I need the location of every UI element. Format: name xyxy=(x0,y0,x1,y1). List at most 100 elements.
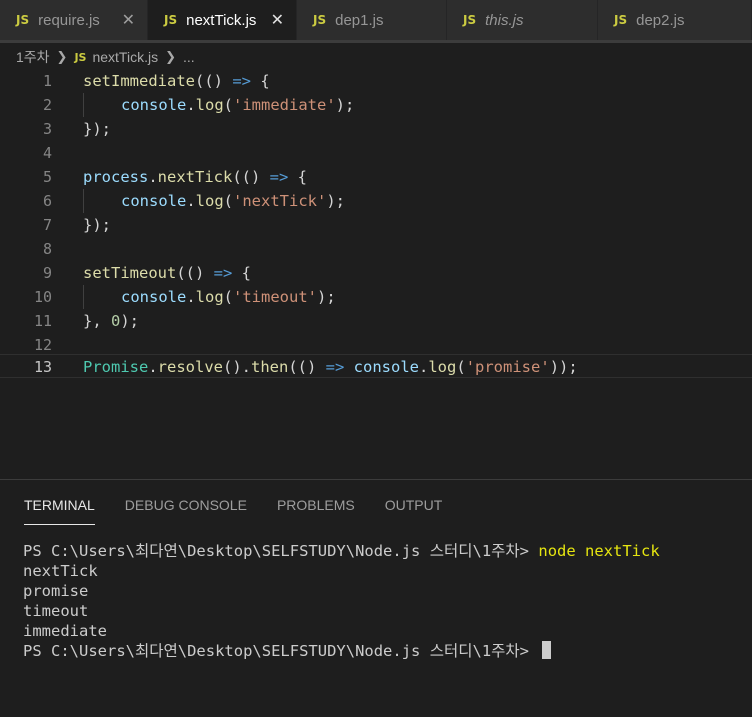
code-token: . xyxy=(186,192,196,210)
tab-label: dep1.js xyxy=(335,11,384,29)
code-token: { xyxy=(250,72,270,90)
code-token: (). xyxy=(223,358,251,376)
tab-label: this.js xyxy=(485,11,524,29)
close-icon[interactable]: ✕ xyxy=(122,10,135,30)
indent-guide xyxy=(83,93,84,117)
tab-require-js[interactable]: JS require.js ✕ xyxy=(0,0,148,40)
code-token: setImmediate xyxy=(83,72,195,90)
line-number: 13 xyxy=(33,358,52,376)
tab-output[interactable]: OUTPUT xyxy=(385,497,443,525)
line-number: 11 xyxy=(33,312,52,330)
js-file-icon: JS xyxy=(463,13,477,27)
tab-bar-divider xyxy=(0,40,752,43)
editor-tab-bar: JS require.js ✕ JS nextTick.js ✕ JS dep1… xyxy=(0,0,752,40)
code-line[interactable]: 1 setImmediate(() => { xyxy=(0,69,752,93)
code-line[interactable]: 8 xyxy=(0,237,752,261)
code-token: (() xyxy=(194,72,233,90)
code-token: console xyxy=(121,96,187,114)
panel-tabs: TERMINAL DEBUG CONSOLE PROBLEMS OUTPUT xyxy=(24,497,472,525)
tab-dep1-js[interactable]: JS dep1.js xyxy=(297,0,447,40)
code-line-active[interactable]: 13 Promise.resolve().then(() => console.… xyxy=(0,354,752,378)
code-token: => xyxy=(325,358,345,376)
code-token: log xyxy=(195,96,224,114)
breadcrumb-folder[interactable]: 1주차 xyxy=(16,47,50,67)
code-line[interactable]: 2 console.log('immediate'); xyxy=(0,93,752,117)
code-token: 'immediate' xyxy=(233,96,336,114)
line-number: 2 xyxy=(42,96,52,114)
terminal-command: node nextTick xyxy=(538,542,660,560)
code-token: ( xyxy=(456,358,466,376)
code-token: (() xyxy=(288,358,326,376)
tab-label: require.js xyxy=(38,11,100,29)
terminal-cursor[interactable] xyxy=(542,641,552,659)
code-token: . xyxy=(419,358,429,376)
code-line[interactable]: 11 }, 0); xyxy=(0,309,752,333)
code-line[interactable]: 4 xyxy=(0,141,752,165)
code-token: (() xyxy=(176,264,214,282)
terminal-prompt: PS C:\Users\최다연\Desktop\SELFSTUDY\Node.j… xyxy=(23,542,539,560)
code-token: setTimeout xyxy=(83,264,177,282)
code-token: console xyxy=(121,192,187,210)
code-token: { xyxy=(288,168,307,186)
code-token: => xyxy=(213,264,233,282)
code-line[interactable]: 6 console.log('nextTick'); xyxy=(0,189,752,213)
code-token: ( xyxy=(223,288,234,306)
code-token: log xyxy=(195,192,224,210)
code-token: log xyxy=(195,288,224,306)
code-token: 'promise' xyxy=(465,358,550,376)
code-token: }); xyxy=(83,216,111,234)
tab-dep2-js[interactable]: JS dep2.js xyxy=(598,0,752,40)
tab-nexttick-js[interactable]: JS nextTick.js ✕ xyxy=(148,0,297,40)
terminal-prompt: PS C:\Users\최다연\Desktop\SELFSTUDY\Node.j… xyxy=(23,642,539,660)
close-icon[interactable]: ✕ xyxy=(271,10,284,30)
code-token: )); xyxy=(549,358,578,376)
tab-debug-console[interactable]: DEBUG CONSOLE xyxy=(125,497,247,525)
line-number: 9 xyxy=(42,264,52,282)
tab-problems[interactable]: PROBLEMS xyxy=(277,497,355,525)
code-editor[interactable]: 1 setImmediate(() => { 2 console.log('im… xyxy=(0,69,752,479)
code-token: then xyxy=(251,358,289,376)
code-line[interactable]: 3 }); xyxy=(0,117,752,141)
js-file-icon: JS xyxy=(74,50,87,64)
code-token: ( xyxy=(223,192,234,210)
js-file-icon: JS xyxy=(313,13,327,27)
code-token: ); xyxy=(326,192,346,210)
line-number: 7 xyxy=(42,216,52,234)
code-token: ( xyxy=(223,96,234,114)
indent-guide xyxy=(83,285,84,309)
js-file-icon: JS xyxy=(164,13,178,27)
chevron-right-icon: ❯ xyxy=(165,49,176,64)
code-token: console xyxy=(353,358,419,376)
code-token: ); xyxy=(335,96,355,114)
code-token: resolve xyxy=(157,358,223,376)
tab-terminal[interactable]: TERMINAL xyxy=(24,497,95,525)
code-token: => xyxy=(232,72,251,90)
breadcrumb-file[interactable]: nextTick.js xyxy=(92,49,158,65)
code-line[interactable]: 5 process.nextTick(() => { xyxy=(0,165,752,189)
code-token: log xyxy=(428,358,457,376)
tab-this-js[interactable]: JS this.js xyxy=(447,0,598,40)
code-token: 0 xyxy=(111,312,121,330)
terminal-output-line: immediate xyxy=(23,622,107,640)
code-line[interactable]: 9 setTimeout(() => { xyxy=(0,261,752,285)
code-token: Promise xyxy=(83,358,149,376)
code-token: ); xyxy=(317,288,336,306)
code-token: }, xyxy=(83,312,111,330)
terminal-output-line: timeout xyxy=(23,602,89,620)
indent-guide xyxy=(83,189,84,213)
code-line[interactable]: 7 }); xyxy=(0,213,752,237)
line-number: 8 xyxy=(42,240,52,258)
breadcrumb: 1주차 ❯ JS nextTick.js ❯ ... xyxy=(16,46,195,68)
code-line[interactable]: 10 console.log('timeout'); xyxy=(0,285,752,309)
terminal[interactable]: PS C:\Users\최다연\Desktop\SELFSTUDY\Node.j… xyxy=(23,541,660,661)
line-number: 1 xyxy=(42,72,52,90)
code-token: ); xyxy=(120,312,140,330)
breadcrumb-symbols[interactable]: ... xyxy=(183,49,195,65)
code-token: . xyxy=(186,288,196,306)
code-token: => xyxy=(269,168,289,186)
code-token: nextTick xyxy=(157,168,233,186)
line-number: 5 xyxy=(42,168,52,186)
terminal-output-line: promise xyxy=(23,582,89,600)
code-token: . xyxy=(186,96,196,114)
